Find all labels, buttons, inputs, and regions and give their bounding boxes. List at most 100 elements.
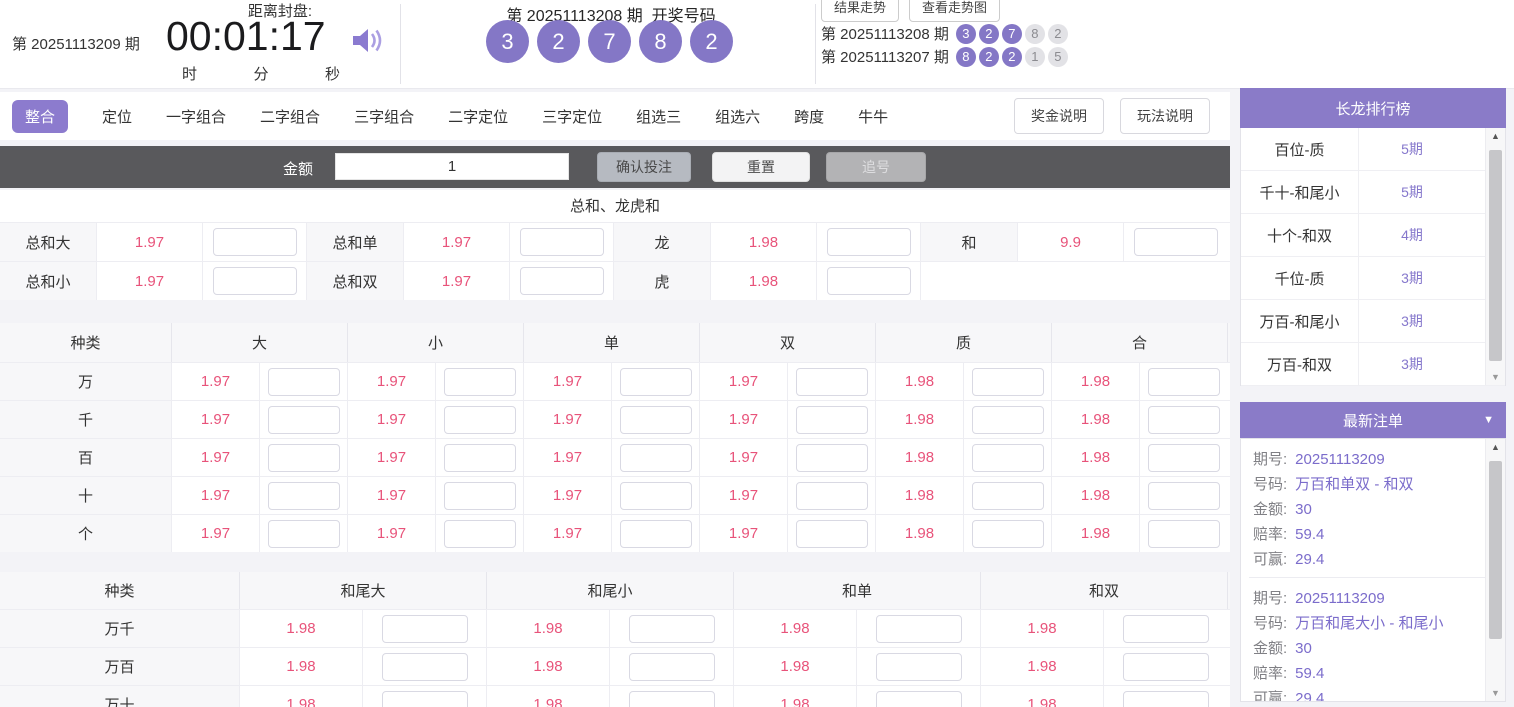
bet-amount-input[interactable] <box>382 691 468 707</box>
bet-amount-input[interactable] <box>620 368 692 396</box>
bet-amount-input[interactable] <box>629 691 715 707</box>
bet-amount-input[interactable] <box>1148 444 1220 472</box>
bet-amount-input[interactable] <box>972 482 1044 510</box>
bet-amount-input[interactable] <box>827 267 911 295</box>
chase-number-button[interactable]: 追号 <box>826 152 926 182</box>
history-ball: 2 <box>1048 24 1068 44</box>
tab-sanzi-zuhe[interactable]: 三字组合 <box>354 106 414 127</box>
collapse-caret-icon[interactable]: ▼ <box>1483 414 1494 426</box>
tab-zuxuan-san[interactable]: 组选三 <box>636 106 681 127</box>
bet-amount-input[interactable] <box>620 482 692 510</box>
list-item[interactable]: 万百-和尾小 3期 <box>1241 300 1505 343</box>
bet-amount-input[interactable] <box>629 653 715 681</box>
bet-amount-input[interactable] <box>1148 368 1220 396</box>
bet-amount-input[interactable] <box>520 228 604 256</box>
bet-amount-input[interactable] <box>972 444 1044 472</box>
field-label: 赔率: <box>1253 665 1287 682</box>
bet-amount-input[interactable] <box>876 691 962 707</box>
bet-amount-input[interactable] <box>382 615 468 643</box>
scrollbar[interactable]: ▲ ▼ <box>1485 439 1505 701</box>
bet-amount-input[interactable] <box>876 615 962 643</box>
bet-amount-input[interactable] <box>620 406 692 434</box>
tab-zhenghe[interactable]: 整合 <box>12 100 68 133</box>
bet-amount-input[interactable] <box>444 368 516 396</box>
bet-amount-input[interactable] <box>268 482 340 510</box>
result-trend-button[interactable]: 结果走势 <box>821 0 899 22</box>
speaker-icon[interactable] <box>352 27 384 59</box>
bet-win-line: 可赢:29.4 <box>1253 547 1493 572</box>
row-label: 个 <box>0 515 172 552</box>
bet-amount-input[interactable] <box>972 368 1044 396</box>
bet-amount-input[interactable] <box>1134 228 1218 256</box>
bet-input-cell <box>260 477 348 514</box>
odds-value: 1.98 <box>240 648 363 685</box>
bet-amount-input[interactable] <box>444 482 516 510</box>
scroll-down-icon[interactable]: ▼ <box>1486 688 1505 698</box>
bet-amount-input[interactable] <box>629 615 715 643</box>
scroll-up-icon[interactable]: ▲ <box>1486 131 1505 141</box>
bet-amount-input[interactable] <box>620 520 692 548</box>
tab-yizi-zuhe[interactable]: 一字组合 <box>166 106 226 127</box>
bet-amount-input[interactable] <box>268 444 340 472</box>
scroll-up-icon[interactable]: ▲ <box>1486 442 1505 452</box>
bet-amount-input[interactable] <box>796 444 868 472</box>
bet-amount-input[interactable] <box>444 406 516 434</box>
bet-amount-input[interactable] <box>444 520 516 548</box>
scrollbar-thumb[interactable] <box>1489 461 1502 639</box>
list-item[interactable]: 千位-质 3期 <box>1241 257 1505 300</box>
odds-value: 1.97 <box>97 262 203 300</box>
bonus-info-button[interactable]: 奖金说明 <box>1014 98 1104 134</box>
tab-kuadu[interactable]: 跨度 <box>794 106 824 127</box>
bet-input-cell <box>817 262 921 300</box>
amount-input[interactable] <box>335 153 569 180</box>
bet-amount-input[interactable] <box>268 406 340 434</box>
bet-amount-input[interactable] <box>827 228 911 256</box>
list-item[interactable]: 百位-质 5期 <box>1241 128 1505 171</box>
tab-erzi-dingwei[interactable]: 二字定位 <box>448 106 508 127</box>
bet-amount-input[interactable] <box>1123 615 1209 643</box>
odds-value: 1.97 <box>97 223 203 261</box>
scrollbar[interactable]: ▲ ▼ <box>1485 128 1505 385</box>
bet-amount-input[interactable] <box>1148 406 1220 434</box>
bet-amount-input[interactable] <box>796 482 868 510</box>
play-info-button[interactable]: 玩法说明 <box>1120 98 1210 134</box>
bet-amount-input[interactable] <box>972 520 1044 548</box>
history-issue: 第 20251113208 期 <box>821 23 949 44</box>
tabs: 整合 定位 一字组合 二字组合 三字组合 二字定位 三字定位 组选三 组选六 跨… <box>0 100 888 133</box>
tab-sanzi-dingwei[interactable]: 三字定位 <box>542 106 602 127</box>
bet-amount-input[interactable] <box>1123 653 1209 681</box>
bet-amount-input[interactable] <box>520 267 604 295</box>
bet-amount-input[interactable] <box>213 228 297 256</box>
confirm-bet-button[interactable]: 确认投注 <box>597 152 691 182</box>
bet-amount-input[interactable] <box>876 653 962 681</box>
scrollbar-thumb[interactable] <box>1489 150 1502 361</box>
tab-zuxuan-liu[interactable]: 组选六 <box>715 106 760 127</box>
history-issue: 第 20251113207 期 <box>821 46 949 67</box>
bet-amount-input[interactable] <box>1148 520 1220 548</box>
list-item[interactable]: 万百-和双 3期 <box>1241 343 1505 386</box>
latest-bets-list: 期号:20251113209 号码:万百和单双 - 和双 金额:30 赔率:59… <box>1240 438 1506 702</box>
dragon-name: 十个-和双 <box>1241 214 1359 256</box>
bet-amount-input[interactable] <box>1123 691 1209 707</box>
bet-amount-input[interactable] <box>268 368 340 396</box>
bet-amount-input[interactable] <box>972 406 1044 434</box>
bet-amount-input[interactable] <box>444 444 516 472</box>
reset-button[interactable]: 重置 <box>712 152 810 182</box>
list-item[interactable]: 千十-和尾小 5期 <box>1241 171 1505 214</box>
bet-amount-input[interactable] <box>268 520 340 548</box>
history-row: 第 20251113207 期 8 2 2 1 5 <box>821 46 1068 67</box>
bet-amount-input[interactable] <box>382 653 468 681</box>
list-item[interactable]: 十个-和双 4期 <box>1241 214 1505 257</box>
view-trend-chart-button[interactable]: 查看走势图 <box>909 0 1000 22</box>
tab-niuniu[interactable]: 牛牛 <box>858 106 888 127</box>
bet-amount-input[interactable] <box>796 520 868 548</box>
tab-erzi-zuhe[interactable]: 二字组合 <box>260 106 320 127</box>
bet-amount-input[interactable] <box>213 267 297 295</box>
scroll-down-icon[interactable]: ▼ <box>1486 372 1505 382</box>
row-label: 万百 <box>0 648 240 685</box>
bet-amount-input[interactable] <box>796 368 868 396</box>
bet-amount-input[interactable] <box>1148 482 1220 510</box>
bet-amount-input[interactable] <box>796 406 868 434</box>
bet-amount-input[interactable] <box>620 444 692 472</box>
tab-dingwei[interactable]: 定位 <box>102 106 132 127</box>
